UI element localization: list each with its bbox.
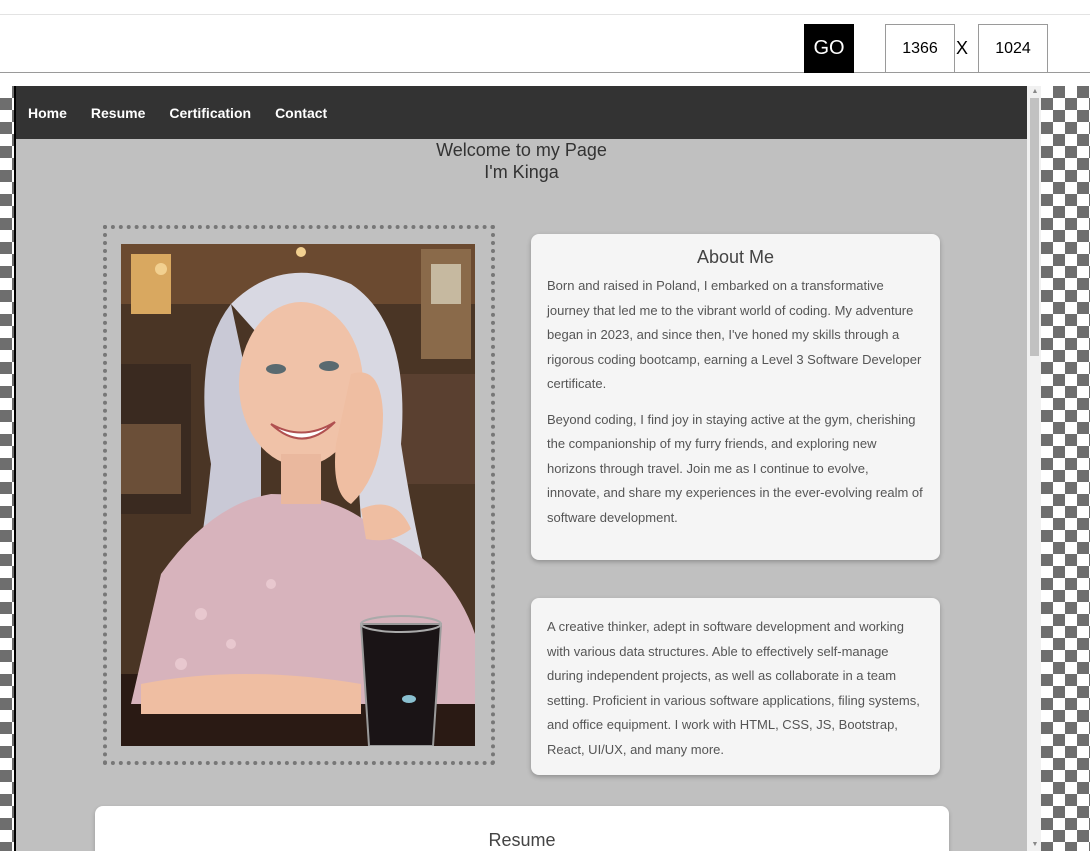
- about-me-card: About Me Born and raised in Poland, I em…: [531, 234, 940, 560]
- go-button[interactable]: GO: [804, 24, 854, 73]
- scroll-up-arrow-icon[interactable]: ▲: [1027, 86, 1041, 98]
- welcome-heading: Welcome to my Page: [436, 140, 607, 160]
- resume-title: Resume: [488, 830, 556, 850]
- profile-photo: [121, 244, 475, 746]
- width-input[interactable]: [885, 24, 955, 73]
- name-heading: I'm Kinga: [484, 162, 559, 182]
- preview-frame: Home Resume Certification Contact Welcom…: [14, 86, 1041, 851]
- nav-resume-link[interactable]: Resume: [91, 105, 145, 121]
- profile-photo-frame: [103, 225, 495, 765]
- site-navbar: Home Resume Certification Contact: [16, 86, 1027, 139]
- transparency-background-right: [1041, 86, 1090, 851]
- scroll-thumb[interactable]: [1030, 98, 1039, 356]
- scroll-down-arrow-icon[interactable]: ▼: [1027, 839, 1041, 851]
- about-paragraph-1: Born and raised in Poland, I embarked on…: [547, 278, 922, 391]
- nav-certification-link[interactable]: Certification: [169, 105, 251, 121]
- transparency-background-left: [0, 86, 14, 851]
- vertical-scrollbar[interactable]: ▲ ▼: [1027, 86, 1041, 851]
- about-me-title: About Me: [696, 247, 775, 267]
- about-paragraph-2: Beyond coding, I find joy in staying act…: [547, 411, 923, 525]
- skills-paragraph: A creative thinker, adept in software de…: [547, 619, 920, 757]
- skills-card: A creative thinker, adept in software de…: [531, 598, 940, 775]
- nav-contact-link[interactable]: Contact: [275, 105, 327, 121]
- height-input[interactable]: [978, 24, 1048, 73]
- resume-section: Resume: [95, 806, 949, 851]
- dimension-separator: X: [956, 38, 969, 58]
- nav-home-link[interactable]: Home: [28, 105, 67, 121]
